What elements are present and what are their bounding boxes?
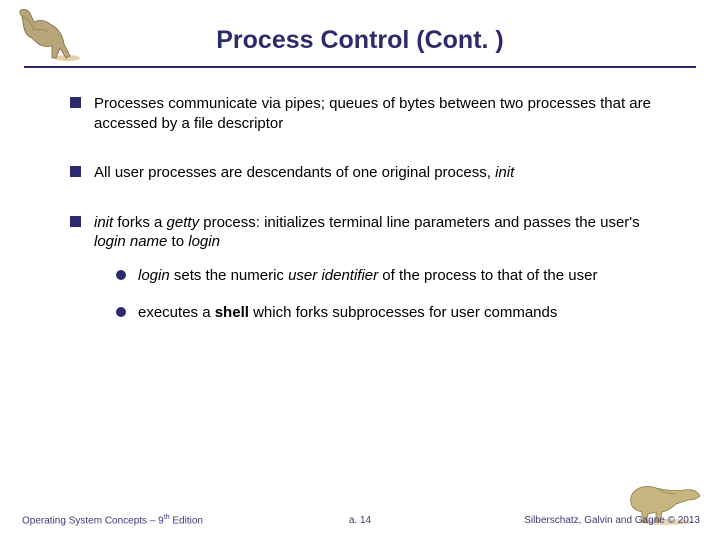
slide-content: Processes communicate via pipes; queues … [70,94,672,353]
getty-term: getty [167,214,200,231]
slide-title: Process Control (Cont. ) [0,26,720,55]
bullet-text: All user processes are descendants of on… [94,164,495,181]
bullet-text: forks a [113,214,166,231]
sub-bullet-login-uid: login sets the numeric user identifier o… [116,266,672,286]
login-name-term: login name [94,233,167,250]
bullet-init-ancestor: All user processes are descendants of on… [70,163,672,183]
shell-term: shell [215,304,249,321]
bullet-text: executes a [138,304,215,321]
sub-bullet-group: login sets the numeric user identifier o… [116,266,672,323]
init-term: init [495,164,514,181]
bullet-text: which forks subprocesses for user comman… [249,304,557,321]
title-underline [24,66,696,68]
sub-bullet-shell: executes a shell which forks subprocesse… [116,303,672,323]
slide: Process Control (Cont. ) Processes commu… [0,0,720,540]
user-identifier-term: user identifier [288,267,378,284]
init-term: init [94,214,113,231]
bullet-text: of the process to that of the user [378,267,597,284]
bullet-text: Processes communicate via pipes; queues … [94,95,651,132]
bullet-pipes: Processes communicate via pipes; queues … [70,94,672,133]
footer-copyright: Silberschatz, Galvin and Gagne © 2013 [524,515,700,526]
login-term: login [188,233,220,250]
bullet-text: sets the numeric [170,267,288,284]
bullet-text: to [167,233,188,250]
bullet-text: process: initializes terminal line param… [199,214,640,231]
login-term: login [138,267,170,284]
bullet-init-forks-getty: init forks a getty process: initializes … [70,213,672,323]
